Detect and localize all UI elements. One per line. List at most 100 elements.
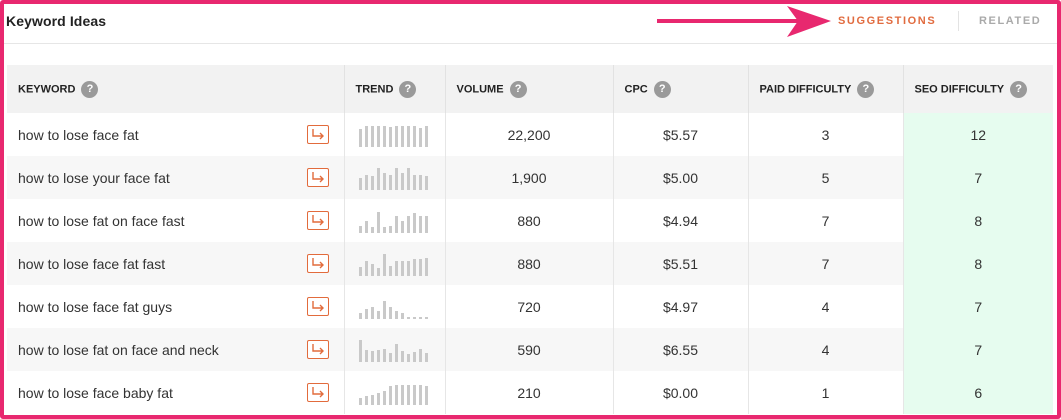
trend-bar [394,125,398,147]
volume-cell: 22,200 [445,113,614,156]
column-header-keyword[interactable]: KEYWORD? [7,65,345,113]
open-keyword-button[interactable] [307,254,329,273]
volume-cell: 880 [445,242,614,285]
trend-bar [394,343,398,362]
keyword-text[interactable]: how to lose face baby fat [18,385,173,401]
table-header-row: KEYWORD? TREND? VOLUME? CPC? PAID DIFFIC… [7,65,1053,113]
table-row: how to lose face fat fast 880 $5.51 7 8 [7,242,1053,285]
column-header-seo-difficulty[interactable]: SEO DIFFICULTY? [903,65,1053,113]
redirect-arrow-icon [312,129,324,140]
trend-cell [344,328,446,371]
help-icon[interactable]: ? [509,80,527,98]
help-icon[interactable]: ? [399,80,417,98]
trend-bar [400,260,404,276]
keyword-text[interactable]: how to lose face fat [18,127,139,143]
redirect-arrow-icon [312,344,324,355]
trend-bar [370,226,374,233]
trend-bar [382,226,386,233]
trend-sparkline [345,381,445,405]
volume-cell: 1,900 [445,156,614,199]
column-header-paid-difficulty[interactable]: PAID DIFFICULTY? [748,65,904,113]
tab-suggestions[interactable]: SUGGESTIONS [838,15,936,27]
trend-bar [400,125,404,147]
trend-sparkline [345,123,445,147]
trend-bar [382,172,386,190]
trend-bar [382,300,386,319]
keyword-text[interactable]: how to lose fat on face and neck [18,342,219,358]
trend-bar [424,316,428,319]
seo-difficulty-cell: 7 [903,328,1053,371]
trend-bar [400,220,404,233]
trend-bar [406,167,410,190]
open-keyword-button[interactable] [307,297,329,316]
trend-bar [418,316,422,319]
trend-cell [344,285,446,328]
trend-bar [424,215,428,233]
paid-difficulty-cell: 5 [748,156,904,199]
trend-bar [364,220,368,233]
open-keyword-button[interactable] [307,383,329,402]
help-icon[interactable]: ? [653,80,671,98]
open-keyword-button[interactable] [307,340,329,359]
trend-bar [370,125,374,147]
seo-difficulty-cell: 7 [903,156,1053,199]
column-header-trend[interactable]: TREND? [344,65,446,113]
trend-bar [370,175,374,190]
keyword-text[interactable]: how to lose your face fat [18,170,170,186]
table-row: how to lose face fat 22,200 $5.57 3 12 [7,113,1053,156]
trend-cell [344,113,446,156]
trend-bar [358,397,362,405]
keyword-cell: how to lose fat on face and neck [7,328,345,371]
trend-bar [394,260,398,276]
trend-bar [400,172,404,190]
seo-difficulty-cell: 7 [903,285,1053,328]
redirect-arrow-icon [312,172,324,183]
tab-related[interactable]: RELATED [979,15,1041,27]
trend-bar [424,257,428,276]
keyword-text[interactable]: how to lose face fat fast [18,256,165,272]
trend-bar [394,215,398,233]
trend-bar [412,212,416,233]
trend-cell [344,371,446,414]
open-keyword-button[interactable] [307,168,329,187]
cpc-cell: $5.51 [613,242,749,285]
keyword-text[interactable]: how to lose face fat guys [18,299,172,315]
seo-difficulty-cell: 12 [903,113,1053,156]
trend-bar [358,339,362,362]
paid-difficulty-cell: 1 [748,371,904,414]
help-icon[interactable]: ? [1010,80,1028,98]
panel-title: Keyword Ideas [6,13,107,29]
trend-bar [376,125,380,147]
trend-bar [370,263,374,276]
help-icon[interactable]: ? [857,80,875,98]
trend-bar [412,174,416,190]
redirect-arrow-icon [312,387,324,398]
trend-bar [364,349,368,362]
trend-bar [364,125,368,147]
trend-sparkline [345,252,445,276]
trend-bar [412,316,416,319]
trend-bar [382,253,386,276]
annotation-arrow-icon [657,6,831,37]
column-header-volume[interactable]: VOLUME? [445,65,614,113]
keyword-cell: how to lose face fat [7,113,345,156]
cpc-cell: $4.97 [613,285,749,328]
trend-sparkline [345,166,445,190]
open-keyword-button[interactable] [307,211,329,230]
trend-bar [400,312,404,319]
trend-bar [382,348,386,362]
help-icon[interactable]: ? [81,80,99,98]
trend-bar [376,349,380,362]
volume-cell: 590 [445,328,614,371]
open-keyword-button[interactable] [307,125,329,144]
column-header-cpc[interactable]: CPC? [613,65,749,113]
panel-header: Keyword Ideas SUGGESTIONS RELATED [4,4,1057,44]
keyword-text[interactable]: how to lose fat on face fast [18,213,185,229]
keyword-table-wrap: KEYWORD? TREND? VOLUME? CPC? PAID DIFFIC… [7,65,1053,415]
trend-bar [418,348,422,362]
cpc-cell: $5.00 [613,156,749,199]
trend-bar [358,225,362,233]
trend-bar [418,174,422,190]
trend-bar [358,266,362,276]
paid-difficulty-cell: 3 [748,113,904,156]
